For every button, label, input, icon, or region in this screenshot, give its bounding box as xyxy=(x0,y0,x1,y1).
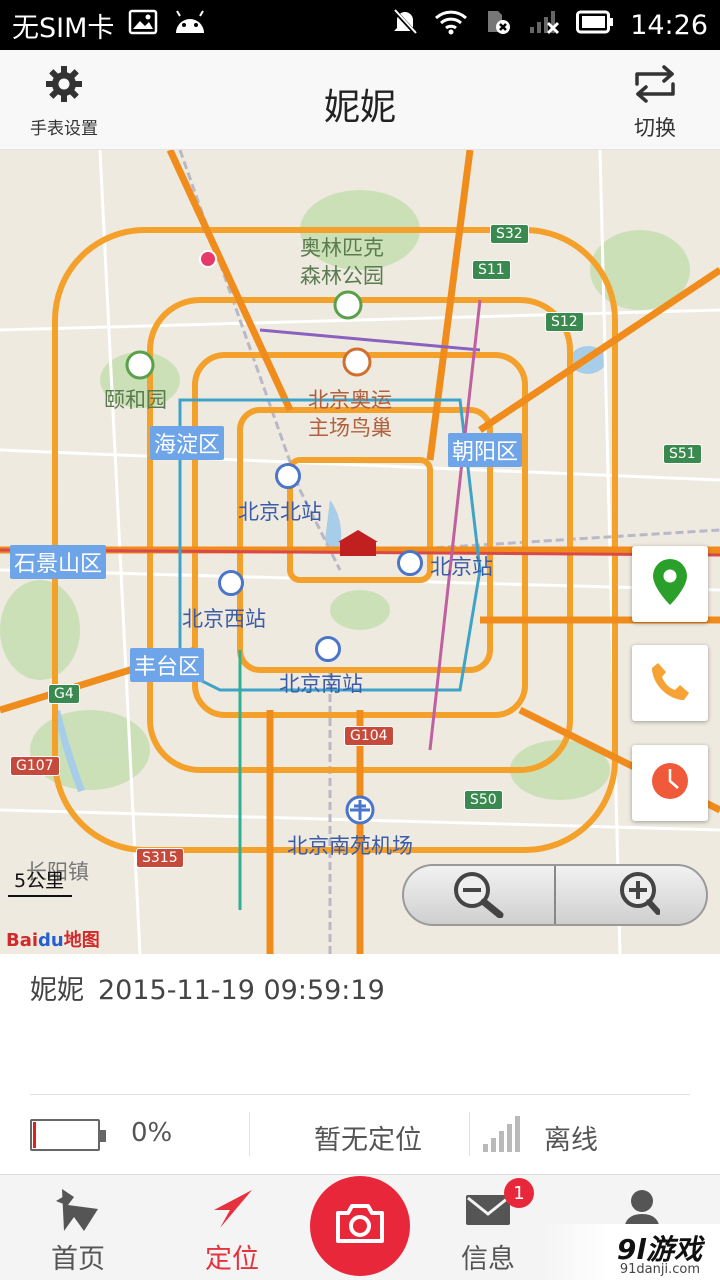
wearer-name: 妮妮 xyxy=(30,975,84,1006)
divider xyxy=(30,1094,690,1095)
app-header: 手表设置 妮妮 切换 xyxy=(0,50,720,150)
train-station-icon xyxy=(275,463,301,489)
switch-label: 切换 xyxy=(634,116,676,140)
battery-fill xyxy=(33,1122,36,1148)
divider xyxy=(469,1112,470,1156)
switch-arrows-icon xyxy=(632,64,678,108)
highway-shield: S32 xyxy=(490,224,529,244)
locate-watch-button[interactable] xyxy=(632,546,708,622)
zoom-out-button[interactable] xyxy=(404,866,554,924)
switch-button[interactable]: 切换 xyxy=(632,64,678,142)
district-label: 石景山区 xyxy=(10,545,107,579)
station-label: 北京站 xyxy=(430,555,493,579)
battery-tip xyxy=(100,1130,106,1142)
logo-text: Bai xyxy=(6,930,39,951)
battery-gauge xyxy=(30,1119,106,1151)
navigation-arrow-icon xyxy=(210,1185,254,1235)
tab-home[interactable]: 首页 xyxy=(8,1175,148,1280)
unread-badge: 1 xyxy=(504,1178,534,1208)
location-pin-icon xyxy=(650,557,690,611)
tab-home-label: 首页 xyxy=(51,1244,105,1275)
station-label: 北京南站 xyxy=(279,672,363,696)
highway-shield: S11 xyxy=(472,260,511,280)
place-label: 主场鸟巢 xyxy=(308,416,392,440)
connection-status: 离线 xyxy=(544,1125,598,1156)
signal-bars-icon xyxy=(481,1114,523,1158)
baidu-map-logo: Baidu地图 xyxy=(6,926,100,952)
highway-shield: G104 xyxy=(344,726,394,746)
zoom-in-button[interactable] xyxy=(556,866,706,924)
place-label: 森林公园 xyxy=(300,264,384,288)
home-origami-icon xyxy=(54,1185,102,1235)
train-station-icon xyxy=(397,550,423,576)
image-icon xyxy=(128,9,158,42)
logo-text: du xyxy=(38,930,64,951)
camera-icon xyxy=(334,1203,386,1249)
map-view[interactable]: 奥林匹克 森林公园 颐和园 北京奥运 主场鸟巢 北京北站 北京站 北京西站 北京… xyxy=(0,150,720,954)
battery-percent: 0% xyxy=(131,1118,173,1148)
place-label: 奥林匹克 xyxy=(300,236,384,260)
highway-shield: S50 xyxy=(464,790,503,810)
tab-locate-label: 定位 xyxy=(205,1244,259,1275)
sim-off-icon xyxy=(484,8,512,43)
android-icon xyxy=(172,9,208,42)
location-status: 暂无定位 xyxy=(314,1125,422,1156)
place-label: 北京奥运 xyxy=(308,388,392,412)
carrier-text: 无SIM卡 xyxy=(12,12,115,44)
history-button[interactable] xyxy=(632,745,708,821)
site-watermark: 9l游戏 91danji.com xyxy=(540,1224,720,1280)
camera-button[interactable] xyxy=(310,1176,410,1276)
station-label: 北京西站 xyxy=(182,607,266,631)
wifi-icon xyxy=(434,9,468,42)
watermark-sub: 91danji.com xyxy=(619,1262,700,1277)
call-watch-button[interactable] xyxy=(632,645,708,721)
station-label: 北京北站 xyxy=(238,500,322,524)
highway-shield: S51 xyxy=(663,444,702,464)
highway-shield: G4 xyxy=(48,684,80,704)
tab-messages-label: 信息 xyxy=(461,1244,515,1275)
zoom-in-icon xyxy=(602,868,661,922)
watch-info-panel: 妮妮 2015-11-19 09:59:19 0% 暂无定位 离线 xyxy=(0,954,720,1174)
train-station-icon xyxy=(218,570,244,596)
logo-text: 地图 xyxy=(63,930,100,951)
zoom-control xyxy=(402,864,708,926)
train-station-icon xyxy=(315,636,341,662)
clock-icon xyxy=(650,761,690,805)
clock-time: 14:26 xyxy=(630,9,708,41)
last-report: 妮妮 2015-11-19 09:59:19 xyxy=(30,968,385,1007)
page-title: 妮妮 xyxy=(323,87,396,128)
status-row: 0% 暂无定位 离线 xyxy=(0,1112,720,1158)
tab-locate[interactable]: 定位 xyxy=(162,1175,302,1280)
report-timestamp: 2015-11-19 09:59:19 xyxy=(98,975,385,1006)
mute-icon xyxy=(392,8,418,43)
map-scale: 5公里 xyxy=(8,866,73,897)
highway-shield: S12 xyxy=(545,312,584,332)
divider xyxy=(249,1112,250,1156)
district-label: 丰台区 xyxy=(130,648,205,682)
tab-messages[interactable]: 信息 xyxy=(418,1175,558,1280)
station-label: 北京南苑机场 xyxy=(287,834,413,858)
district-label: 海淀区 xyxy=(150,426,225,460)
battery-icon xyxy=(576,10,614,41)
place-label: 颐和园 xyxy=(104,388,167,412)
phone-icon xyxy=(648,659,692,707)
status-bar: 无SIM卡 14:26 xyxy=(0,0,720,50)
zoom-out-icon xyxy=(450,868,508,922)
signal-off-icon xyxy=(528,9,560,42)
highway-shield: S315 xyxy=(136,848,184,868)
highway-shield: G107 xyxy=(10,756,60,776)
district-label: 朝阳区 xyxy=(448,433,523,467)
